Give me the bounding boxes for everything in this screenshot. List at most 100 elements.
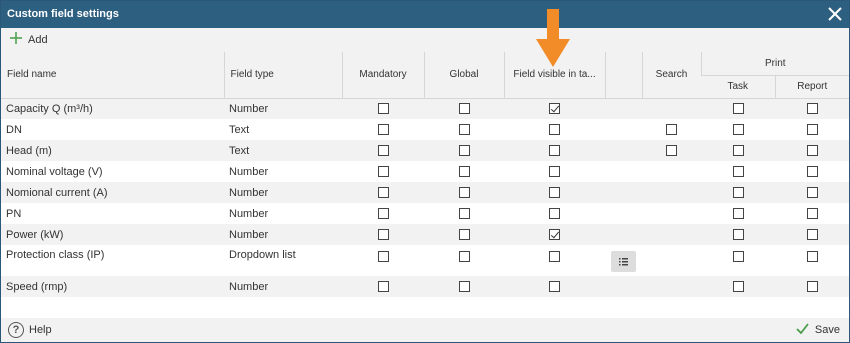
custom-field-settings-dialog: Custom field settings Add Field name Fie… xyxy=(0,0,850,343)
list-icon xyxy=(619,258,628,266)
table-row[interactable]: Power (kW) Number xyxy=(1,224,849,245)
list-options-button[interactable] xyxy=(611,251,636,272)
print-report-checkbox[interactable] xyxy=(806,187,818,199)
add-button-label: Add xyxy=(28,34,48,46)
print-task-checkbox[interactable] xyxy=(732,166,744,178)
add-button[interactable]: Add xyxy=(10,32,48,48)
print-report-checkbox[interactable] xyxy=(806,281,818,293)
print-task-checkbox[interactable] xyxy=(732,124,744,136)
mandatory-checkbox[interactable] xyxy=(377,281,389,293)
field-name-cell: Nominal voltage (V) xyxy=(1,161,224,182)
table-row[interactable]: Speed (rmp) Number xyxy=(1,276,849,297)
column-header-field-visible[interactable]: Field visible in ta... xyxy=(503,52,605,99)
field-type-cell: Number xyxy=(224,161,342,182)
field-name-cell: Protection class (IP) xyxy=(1,245,224,276)
field-visible-checkbox[interactable] xyxy=(549,166,560,178)
mandatory-checkbox[interactable] xyxy=(377,229,389,241)
field-name-cell: Head (m) xyxy=(1,140,224,161)
field-name-cell: Capacity Q (m³/h) xyxy=(1,98,224,119)
global-checkbox[interactable] xyxy=(458,166,470,178)
field-name-cell: Nomional current (A) xyxy=(1,182,224,203)
field-type-cell: Number xyxy=(224,224,342,245)
field-name-cell: DN xyxy=(1,119,224,140)
field-visible-checkbox[interactable] xyxy=(549,281,560,293)
table-row[interactable]: Capacity Q (m³/h) Number xyxy=(1,98,849,119)
custom-fields-table: Field name Field type Mandatory Global F… xyxy=(1,52,849,297)
help-button[interactable]: ? Help xyxy=(8,322,52,338)
print-report-checkbox[interactable] xyxy=(806,208,818,220)
print-report-checkbox[interactable] xyxy=(806,103,818,115)
field-type-cell: Number xyxy=(224,276,342,297)
close-icon[interactable] xyxy=(825,4,845,24)
print-task-checkbox[interactable] xyxy=(732,250,744,262)
table-row[interactable]: Protection class (IP) Dropdown list xyxy=(1,245,849,276)
print-task-checkbox[interactable] xyxy=(732,145,744,157)
print-report-checkbox[interactable] xyxy=(806,124,818,136)
mandatory-checkbox[interactable] xyxy=(377,208,389,220)
global-checkbox[interactable] xyxy=(458,103,470,115)
mandatory-checkbox[interactable] xyxy=(377,124,389,136)
global-checkbox[interactable] xyxy=(458,145,470,157)
mandatory-checkbox[interactable] xyxy=(377,187,389,199)
column-header-field-name[interactable]: Field name xyxy=(1,52,224,99)
search-checkbox[interactable] xyxy=(666,145,677,157)
table-row[interactable]: DN Text xyxy=(1,119,849,140)
save-button[interactable]: Save xyxy=(796,323,840,337)
field-name-cell: PN xyxy=(1,203,224,224)
table-row[interactable]: Nomional current (A) Number xyxy=(1,182,849,203)
global-checkbox[interactable] xyxy=(458,229,470,241)
mandatory-checkbox[interactable] xyxy=(377,166,389,178)
field-type-cell: Number xyxy=(224,182,342,203)
print-report-checkbox[interactable] xyxy=(806,166,818,178)
print-task-checkbox[interactable] xyxy=(732,208,744,220)
mandatory-checkbox[interactable] xyxy=(377,145,389,157)
column-header-report[interactable]: Report xyxy=(774,75,849,99)
field-visible-checkbox[interactable] xyxy=(549,250,560,262)
column-header-print: Print xyxy=(700,52,849,76)
save-button-label: Save xyxy=(814,324,840,336)
mandatory-checkbox[interactable] xyxy=(377,103,389,115)
print-task-checkbox[interactable] xyxy=(732,229,744,241)
help-icon: ? xyxy=(8,322,24,338)
print-task-checkbox[interactable] xyxy=(732,187,744,199)
field-visible-checkbox[interactable] xyxy=(549,229,560,241)
print-report-checkbox[interactable] xyxy=(806,145,818,157)
print-task-checkbox[interactable] xyxy=(732,103,744,115)
global-checkbox[interactable] xyxy=(458,250,470,262)
field-name-cell: Speed (rmp) xyxy=(1,276,224,297)
global-checkbox[interactable] xyxy=(458,281,470,293)
field-type-cell: Number xyxy=(224,98,342,119)
print-report-checkbox[interactable] xyxy=(806,229,818,241)
dialog-titlebar: Custom field settings xyxy=(1,1,849,28)
column-header-field-type[interactable]: Field type xyxy=(223,52,342,99)
print-task-checkbox[interactable] xyxy=(732,281,744,293)
global-checkbox[interactable] xyxy=(458,124,470,136)
help-button-label: Help xyxy=(29,324,52,336)
toolbar: Add xyxy=(1,28,849,52)
global-checkbox[interactable] xyxy=(458,187,470,199)
dialog-footer: ? Help Save xyxy=(1,318,849,342)
column-header-search[interactable]: Search xyxy=(641,52,701,99)
field-visible-checkbox[interactable] xyxy=(549,103,560,115)
field-visible-checkbox[interactable] xyxy=(549,208,560,220)
field-visible-checkbox[interactable] xyxy=(549,124,560,136)
field-type-cell: Dropdown list xyxy=(224,245,342,276)
field-type-cell: Number xyxy=(224,203,342,224)
field-type-cell: Text xyxy=(224,140,342,161)
dialog-title: Custom field settings xyxy=(7,8,119,20)
field-visible-checkbox[interactable] xyxy=(549,145,560,157)
table-row[interactable]: Head (m) Text xyxy=(1,140,849,161)
column-header-mandatory[interactable]: Mandatory xyxy=(341,52,424,99)
column-header-global[interactable]: Global xyxy=(423,52,504,99)
field-name-cell: Power (kW) xyxy=(1,224,224,245)
search-checkbox[interactable] xyxy=(666,124,677,136)
table-row[interactable]: Nominal voltage (V) Number xyxy=(1,161,849,182)
column-header-task[interactable]: Task xyxy=(701,75,775,99)
mandatory-checkbox[interactable] xyxy=(377,250,389,262)
plus-icon xyxy=(10,32,22,48)
print-report-checkbox[interactable] xyxy=(806,250,818,262)
column-header-list-options xyxy=(604,52,642,99)
field-visible-checkbox[interactable] xyxy=(549,187,560,199)
global-checkbox[interactable] xyxy=(458,208,470,220)
table-row[interactable]: PN Number xyxy=(1,203,849,224)
